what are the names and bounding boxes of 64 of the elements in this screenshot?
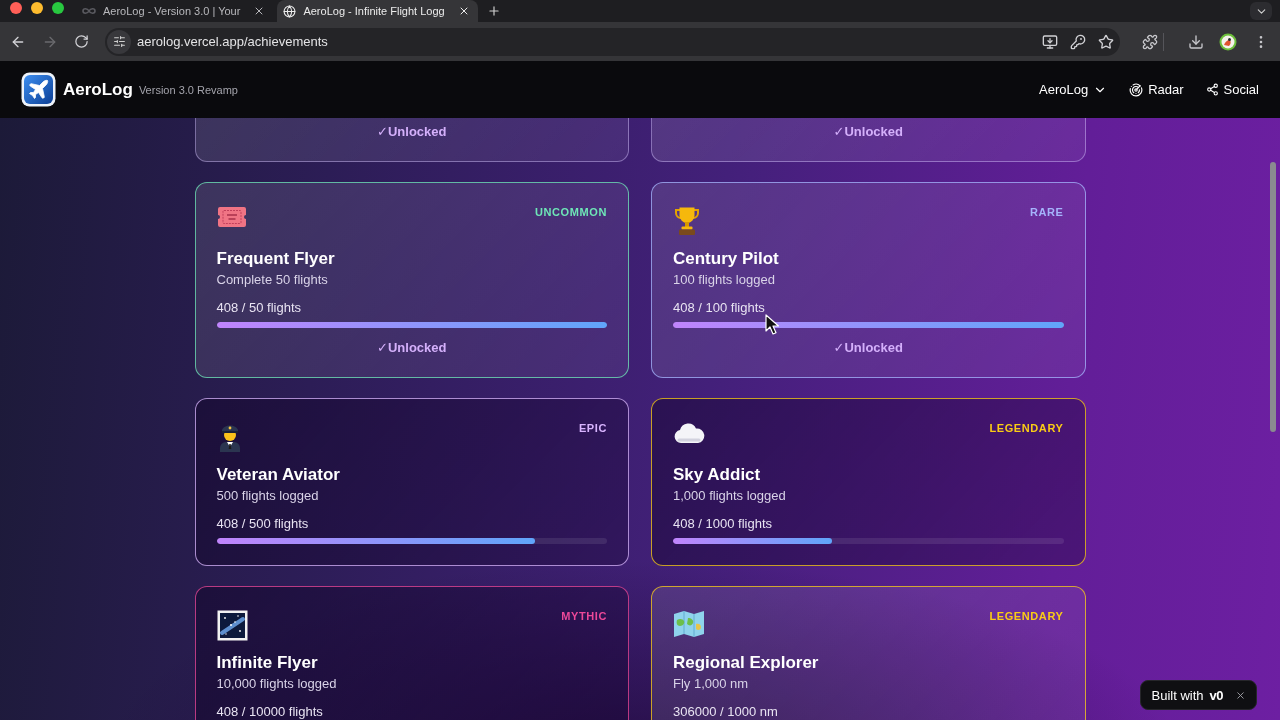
rarity-label: EPIC [578,421,607,435]
infinity-icon [82,6,96,16]
achievement-description: 10,000 flights logged [216,676,338,692]
achievement-title: Regional Explorer [673,652,820,674]
progress-text: 306000 / 1000 nm [673,704,779,720]
window-zoom-button[interactable] [52,2,64,14]
nav-link[interactable]: Radar [1129,82,1184,97]
reload-icon[interactable] [74,34,89,49]
nav-dropdown[interactable]: AeroLog [1039,82,1108,97]
achievement-title: Infinite Flyer [216,652,319,674]
rarity-label: RARE [1029,205,1064,219]
app-title: AeroLog [63,79,133,100]
rarity-label: UNCOMMON [535,205,607,219]
nav-link[interactable]: Social [1205,82,1259,97]
tab-list-button[interactable] [1250,2,1272,20]
map-icon [673,610,705,638]
version-label: Version 3.0 Revamp [138,83,238,96]
globe-icon [283,4,297,18]
unlocked-status: ✓Unlocked [376,124,448,140]
window-close-button[interactable] [10,2,22,14]
rarity-label: MYTHIC [561,609,607,623]
built-with-badge[interactable]: Built with v0 [1139,680,1257,710]
extensions-icon[interactable] [1142,33,1158,50]
browser-tab[interactable]: AeroLog - Infinite Flight Logg [277,0,478,22]
progress-text: 408 / 10000 flights [216,704,324,720]
progress-text: 408 / 50 flights [216,300,303,316]
site-info-button[interactable] [107,29,131,54]
radar-icon [1129,82,1144,97]
rarity-label: LEGENDARY [989,421,1064,435]
night-sky-icon [216,610,248,641]
share-icon [1205,83,1219,96]
scrollbar-thumb[interactable] [1270,162,1276,432]
achievement-title: Century Pilot [673,248,780,270]
achievement-title: Veteran Aviator [216,464,341,486]
install-app-icon[interactable] [1042,33,1058,50]
unlocked-status: ✓Unlocked [832,340,904,356]
close-icon[interactable] [1235,689,1246,701]
achievement-description: 500 flights logged [216,488,320,504]
window-minimize-button[interactable] [31,2,43,14]
achievement-title: Sky Addict [673,464,762,486]
progress-text: 408 / 100 flights [673,300,766,316]
achievement-description: Complete 50 flights [216,272,329,288]
key-icon[interactable] [1070,33,1086,50]
rarity-label: LEGENDARY [989,609,1064,623]
address-bar[interactable]: aerolog.vercel.app/achievements [105,27,1120,56]
star-icon[interactable] [1098,33,1114,50]
achievement-description: 1,000 flights logged [673,488,787,504]
tune-icon [112,35,126,48]
trophy-icon [673,206,701,236]
achievement-title: Frequent Flyer [216,248,336,270]
cloud-icon [673,422,705,444]
profile-avatar-icon[interactable] [1219,32,1237,51]
progress-text: 408 / 500 flights [216,516,310,532]
download-icon[interactable] [1188,33,1204,50]
ticket-icon [216,206,247,228]
mouse-pointer-icon [765,314,779,335]
unlocked-status: ✓Unlocked [376,340,448,356]
achievement-description: 100 flights logged [673,272,776,288]
progress-text: 408 / 1000 flights [673,516,774,532]
new-tab-icon[interactable] [486,4,501,18]
unlocked-status: ✓Unlocked [832,124,904,140]
achievement-description: Fly 1,000 nm [673,676,750,692]
plane-logo-icon[interactable] [21,72,56,107]
browser-tab[interactable]: AeroLog - Version 3.0 | Your [76,0,274,22]
